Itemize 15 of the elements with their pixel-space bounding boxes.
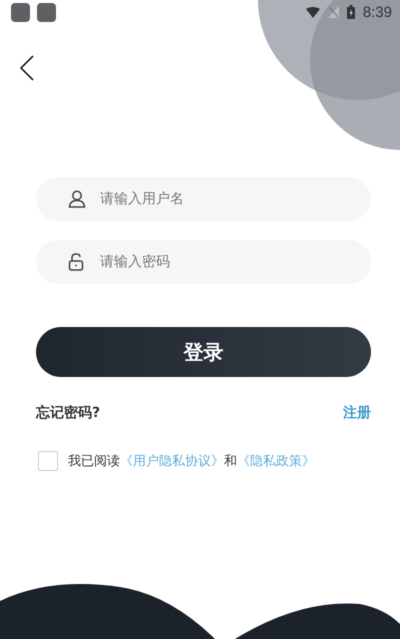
agreement-checkbox[interactable]	[38, 451, 58, 471]
username-field[interactable]: 请输入用户名	[36, 177, 371, 221]
forgot-password-link[interactable]: 忘记密码?	[36, 404, 100, 422]
register-link[interactable]: 注册	[343, 404, 371, 422]
login-button[interactable]: 登录	[36, 327, 371, 377]
wifi-icon	[306, 6, 320, 18]
back-icon[interactable]	[20, 55, 34, 81]
user-agreement-link[interactable]: 《用户隐私协议》	[120, 454, 224, 469]
no-signal-icon	[328, 6, 339, 18]
clock-time: 8:39	[362, 4, 392, 20]
password-field[interactable]: 请输入密码	[36, 240, 371, 284]
notification-icon	[37, 2, 56, 22]
agreement-text: 我已阅读《用户隐私协议》和《隐私政策》	[68, 453, 315, 470]
notification-icon	[11, 2, 30, 22]
privacy-policy-link[interactable]: 《隐私政策》	[237, 454, 315, 469]
